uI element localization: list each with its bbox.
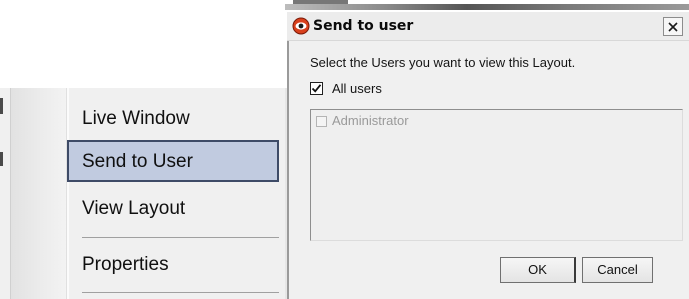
ok-button[interactable]: OK xyxy=(500,257,576,283)
background-window-frame xyxy=(285,4,689,10)
menu-item-live-window[interactable]: Live Window xyxy=(70,100,277,138)
background-window-strip xyxy=(285,0,689,12)
dialog-title: Send to user xyxy=(313,18,414,34)
close-x-icon xyxy=(668,22,678,32)
red-eye-icon xyxy=(292,17,310,35)
menu-item-properties[interactable]: Properties xyxy=(70,246,277,284)
background-window-edge xyxy=(0,152,3,166)
menu-icon-gutter xyxy=(10,88,67,299)
background-window-edge xyxy=(0,98,3,114)
cancel-button[interactable]: Cancel xyxy=(582,257,653,283)
all-users-checkbox[interactable] xyxy=(310,82,323,95)
administrator-checkbox[interactable] xyxy=(316,116,327,127)
menu-separator xyxy=(82,237,279,238)
checkmark-icon xyxy=(311,84,322,93)
administrator-label: Administrator xyxy=(332,113,409,128)
dialog-prompt: Select the Users you want to view this L… xyxy=(310,55,576,70)
menu-item-send-to-user[interactable]: Send to User xyxy=(67,140,279,182)
close-button[interactable] xyxy=(663,17,683,36)
menu-separator xyxy=(82,292,279,293)
menu-item-view-layout[interactable]: View Layout xyxy=(70,190,277,228)
menu-gutter-divider xyxy=(66,88,69,299)
all-users-label[interactable]: All users xyxy=(332,81,382,97)
